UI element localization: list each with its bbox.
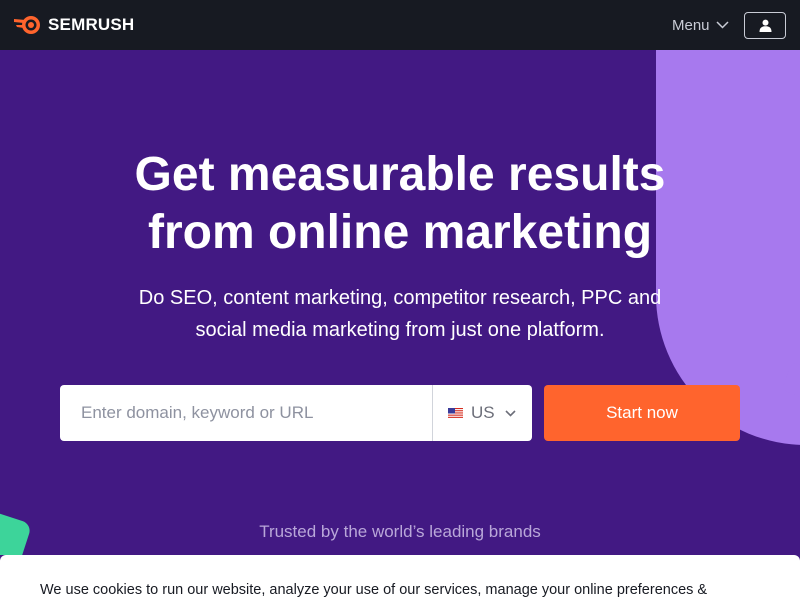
subhead-line-2: social media marketing from just one pla…	[195, 319, 605, 341]
hero-headline: Get measurable results from online marke…	[0, 146, 800, 262]
cookie-banner-text: We use cookies to run our website, analy…	[40, 582, 708, 598]
user-icon	[759, 19, 771, 32]
chevron-down-icon	[505, 409, 516, 417]
semrush-fireball-logo-icon	[14, 16, 40, 34]
hero-subheading: Do SEO, content marketing, competitor re…	[0, 282, 800, 346]
country-selector[interactable]: US	[433, 385, 532, 441]
headline-line-1: Get measurable results	[134, 148, 666, 201]
search-form: US	[60, 385, 532, 441]
cookie-banner: We use cookies to run our website, analy…	[0, 555, 800, 600]
start-now-button[interactable]: Start now	[544, 385, 740, 441]
chevron-down-icon	[716, 21, 729, 29]
us-flag-icon	[448, 407, 463, 419]
trusted-brands-text: Trusted by the world’s leading brands	[259, 522, 541, 541]
top-navigation-bar: SEMRUSH Menu	[0, 0, 800, 50]
menu-button[interactable]: Menu	[664, 13, 737, 37]
hero-section: Get measurable results from online marke…	[0, 50, 800, 555]
headline-line-2: from online marketing	[147, 206, 653, 259]
logo-text: SEMRUSH	[48, 15, 135, 34]
domain-search-input[interactable]	[60, 385, 432, 441]
user-login-button[interactable]	[744, 12, 786, 39]
country-code: US	[471, 403, 495, 422]
menu-label: Menu	[672, 16, 710, 34]
subhead-line-1: Do SEO, content marketing, competitor re…	[138, 287, 662, 309]
semrush-logo[interactable]: SEMRUSH	[14, 14, 134, 36]
